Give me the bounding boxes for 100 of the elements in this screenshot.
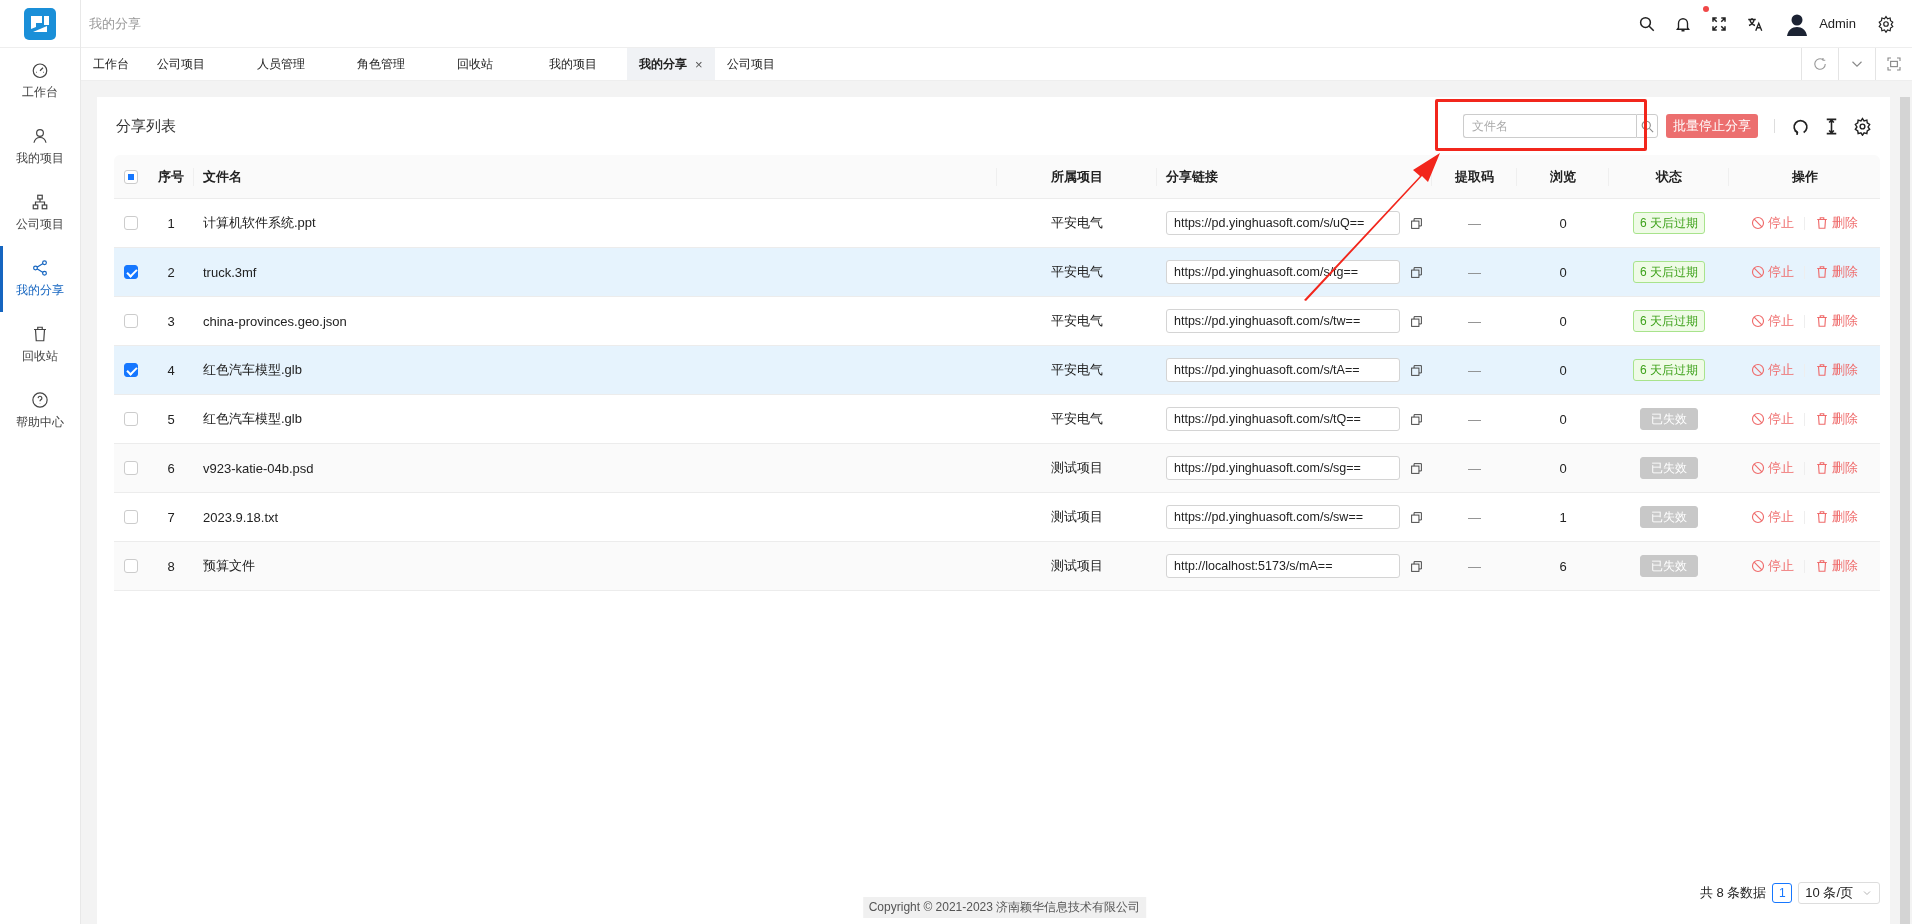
fullscreen-icon[interactable] bbox=[1710, 14, 1729, 33]
select-all-checkbox[interactable] bbox=[124, 169, 138, 184]
link-field[interactable]: http://localhost:5173/s/mA== bbox=[1166, 554, 1400, 578]
table-cell: 平安电气 bbox=[1051, 264, 1103, 279]
status-tag: 6 天后过期 bbox=[1633, 310, 1705, 332]
stop-icon bbox=[1751, 314, 1765, 328]
page-size-select[interactable]: 10 条/页 bbox=[1798, 882, 1880, 904]
trash-icon bbox=[1815, 314, 1829, 328]
link-field[interactable]: https://pd.yinghuasoft.com/s/sg== bbox=[1166, 456, 1400, 480]
sidebar-item[interactable]: 回收站 bbox=[0, 312, 77, 378]
table-cell: 0 bbox=[1559, 411, 1567, 427]
stop-icon bbox=[1751, 510, 1765, 524]
trash-icon bbox=[31, 325, 49, 343]
column-header: 文件名 bbox=[203, 167, 242, 186]
tab[interactable]: 人员管理 bbox=[245, 48, 345, 80]
sidebar-item[interactable]: 帮助中心 bbox=[0, 378, 77, 444]
app-logo bbox=[24, 7, 56, 40]
table-cell: 0 bbox=[1559, 264, 1567, 280]
column-header: 操作 bbox=[1791, 167, 1818, 186]
tab[interactable]: 我的分享 × bbox=[627, 48, 715, 80]
table-cell: 0 bbox=[1559, 460, 1567, 476]
stop-icon bbox=[1751, 559, 1765, 573]
table-cell: 0 bbox=[1559, 313, 1567, 329]
sidebar-item[interactable]: 我的项目 bbox=[0, 114, 77, 180]
column-header: 所属项目 bbox=[1050, 167, 1103, 186]
link-field[interactable]: https://pd.yinghuasoft.com/s/tw== bbox=[1166, 309, 1400, 333]
trash-icon bbox=[1815, 265, 1829, 279]
table-cell: 测试项目 bbox=[1051, 509, 1103, 524]
scrollbar[interactable] bbox=[1900, 97, 1910, 924]
table-cell: — bbox=[1468, 411, 1481, 427]
copy-icon[interactable] bbox=[1410, 363, 1423, 377]
table-cell: 5 bbox=[167, 411, 175, 427]
share-icon bbox=[31, 259, 49, 277]
column-header: 状态 bbox=[1655, 167, 1682, 186]
status-tag: 6 天后过期 bbox=[1633, 261, 1705, 283]
tab[interactable]: 角色管理 bbox=[345, 48, 445, 80]
table-cell: 0 bbox=[1559, 215, 1567, 231]
column-header: 浏览 bbox=[1549, 167, 1576, 186]
table-cell: 0 bbox=[1559, 362, 1567, 378]
row-checkbox[interactable] bbox=[124, 314, 138, 328]
file-name: 红色汽车模型.glb bbox=[203, 362, 302, 377]
tab[interactable]: 工作台 bbox=[81, 48, 145, 80]
help-icon bbox=[31, 391, 49, 409]
link-field[interactable]: https://pd.yinghuasoft.com/s/sw== bbox=[1166, 505, 1400, 529]
search-icon[interactable] bbox=[1638, 14, 1657, 33]
link-field[interactable]: https://pd.yinghuasoft.com/s/uQ== bbox=[1166, 211, 1400, 235]
table-cell: 1 bbox=[1559, 509, 1567, 525]
stop-icon bbox=[1751, 412, 1765, 426]
table-cell: — bbox=[1468, 460, 1481, 476]
column-header: 提取码 bbox=[1454, 167, 1494, 186]
settings-icon[interactable] bbox=[1853, 116, 1872, 136]
column-header: 序号 bbox=[157, 167, 184, 186]
search-field[interactable]: 文件名 bbox=[1463, 114, 1636, 138]
status-tag: 6 天后过期 bbox=[1633, 359, 1705, 381]
stop-icon bbox=[1751, 461, 1765, 475]
link-field[interactable]: https://pd.yinghuasoft.com/s/tQ== bbox=[1166, 407, 1400, 431]
settings-icon[interactable] bbox=[1877, 14, 1895, 33]
tab[interactable]: 回收站 bbox=[445, 48, 537, 80]
link-field[interactable]: https://pd.yinghuasoft.com/s/tA== bbox=[1166, 358, 1400, 382]
stop-icon bbox=[1751, 216, 1765, 230]
copy-icon[interactable] bbox=[1410, 314, 1423, 328]
trash-icon bbox=[1815, 363, 1829, 377]
sidebar-item[interactable]: 我的分享 bbox=[0, 246, 77, 312]
page-button[interactable]: 1 bbox=[1772, 883, 1793, 903]
row-checkbox[interactable] bbox=[124, 461, 138, 475]
file-name: 红色汽车模型.glb bbox=[203, 411, 302, 426]
table-cell: 平安电气 bbox=[1051, 313, 1103, 328]
sidebar-item[interactable]: 工作台 bbox=[0, 48, 77, 114]
table-cell: — bbox=[1468, 362, 1481, 378]
copy-icon[interactable] bbox=[1410, 265, 1423, 279]
table-cell: — bbox=[1468, 313, 1481, 329]
tab[interactable]: 公司项目 bbox=[714, 48, 787, 80]
row-checkbox[interactable] bbox=[124, 265, 138, 279]
table-cell: 平安电气 bbox=[1051, 215, 1103, 230]
copy-icon[interactable] bbox=[1410, 461, 1423, 475]
file-name: v923-katie-04b.psd bbox=[203, 460, 314, 476]
copy-icon[interactable] bbox=[1410, 412, 1423, 426]
trash-icon bbox=[1815, 216, 1829, 230]
table-cell: 4 bbox=[167, 362, 175, 378]
column-header: 分享链接 bbox=[1166, 167, 1218, 186]
row-checkbox[interactable] bbox=[124, 363, 138, 377]
table-cell: 1 bbox=[167, 215, 175, 231]
row-checkbox[interactable] bbox=[124, 510, 138, 524]
stop-icon bbox=[1751, 265, 1765, 279]
row-checkbox[interactable] bbox=[124, 216, 138, 230]
close-icon[interactable]: × bbox=[695, 56, 703, 72]
row-checkbox[interactable] bbox=[124, 412, 138, 426]
sidebar-item[interactable]: 公司项目 bbox=[0, 180, 77, 246]
copy-icon[interactable] bbox=[1410, 559, 1423, 573]
file-name: 预算文件 bbox=[203, 558, 255, 573]
copy-icon[interactable] bbox=[1410, 216, 1423, 230]
trash-icon bbox=[1815, 510, 1829, 524]
user-name[interactable]: Admin bbox=[1819, 16, 1856, 31]
table-cell: 测试项目 bbox=[1051, 558, 1103, 573]
trash-icon bbox=[1815, 412, 1829, 426]
copy-icon[interactable] bbox=[1410, 510, 1423, 524]
file-name: truck.3mf bbox=[203, 264, 257, 280]
tab[interactable]: 公司项目 bbox=[145, 48, 245, 80]
tab[interactable]: 我的项目 bbox=[537, 48, 627, 80]
row-checkbox[interactable] bbox=[124, 559, 138, 573]
